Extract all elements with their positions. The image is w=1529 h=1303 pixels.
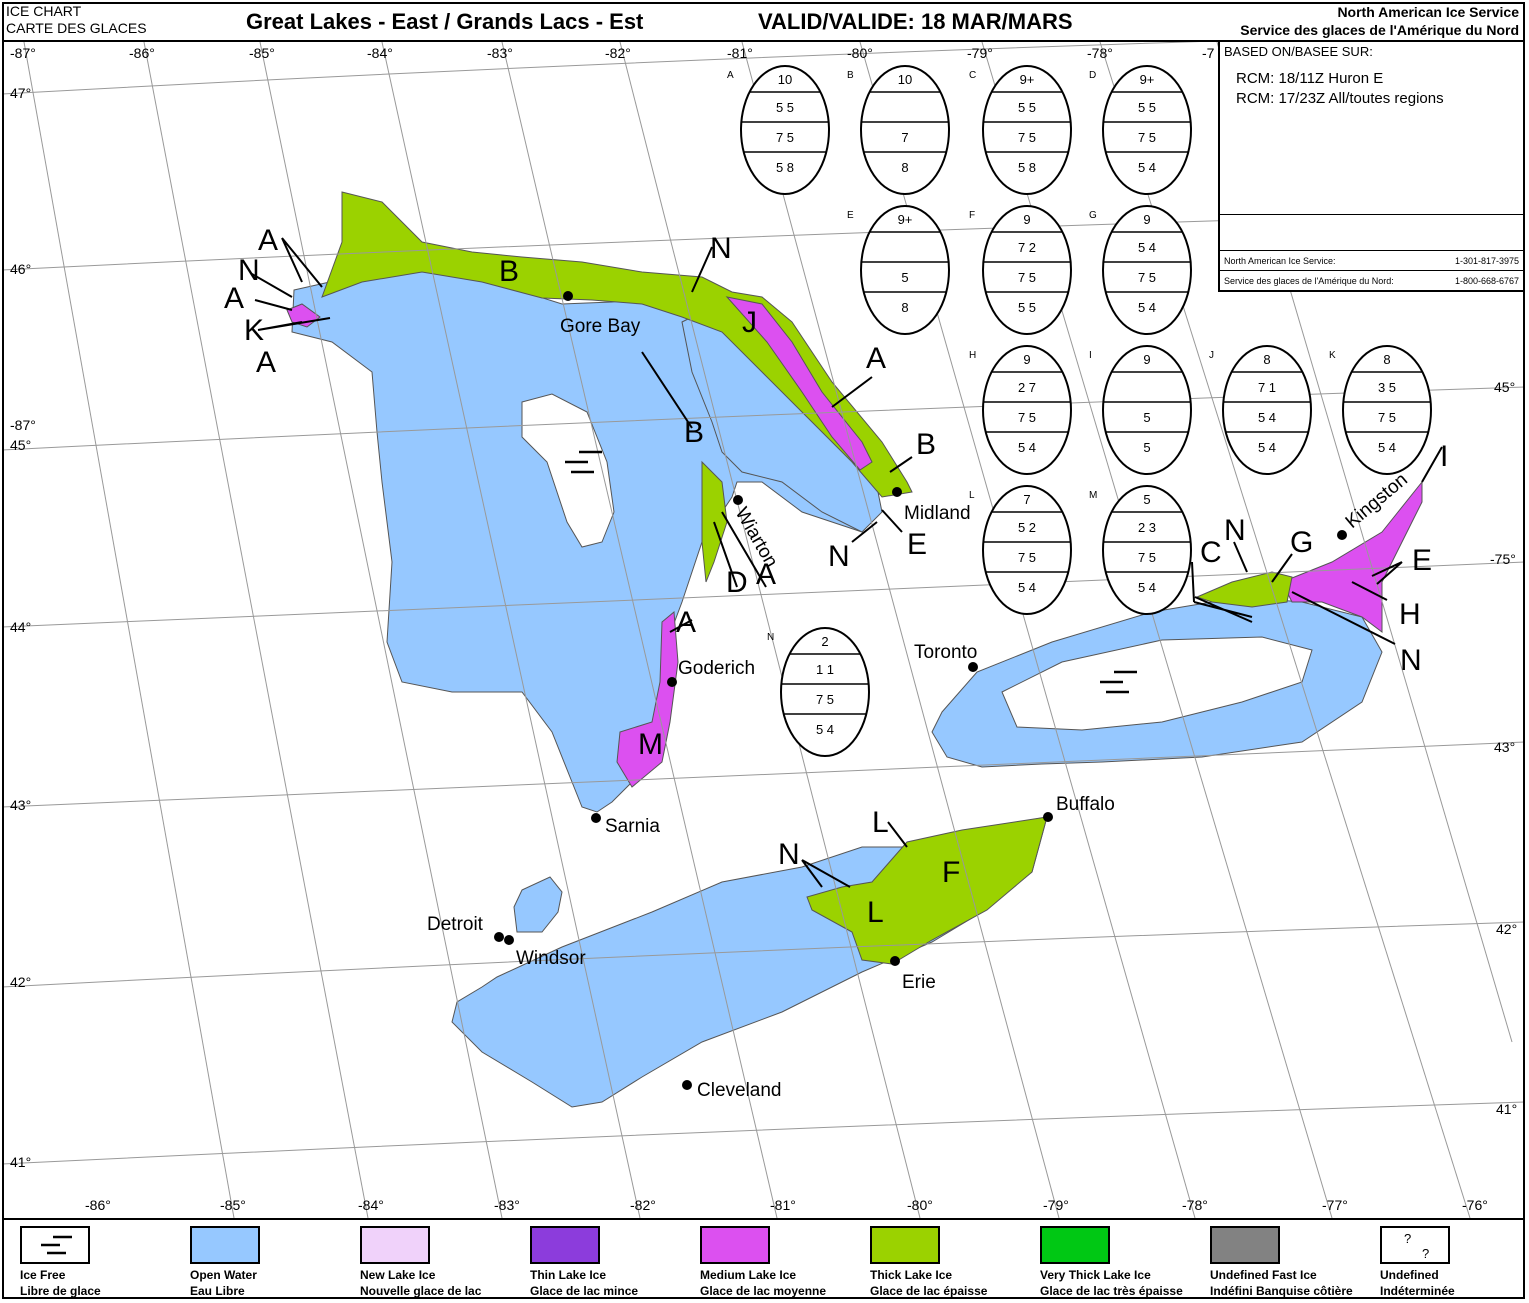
map-frame <box>2 2 1525 1299</box>
